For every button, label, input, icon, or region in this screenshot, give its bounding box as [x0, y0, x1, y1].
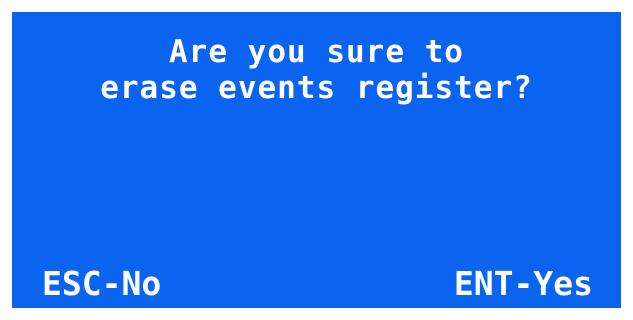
esc-no-button[interactable]: ESC-No	[42, 264, 161, 304]
lcd-screen: Are you sure to erase events register? E…	[12, 12, 621, 308]
ent-yes-button[interactable]: ENT-Yes	[454, 264, 593, 304]
prompt-line-1: Are you sure to	[169, 34, 464, 70]
confirm-prompt: Are you sure to erase events register?	[12, 34, 621, 106]
prompt-line-2: erase events register?	[100, 70, 533, 106]
